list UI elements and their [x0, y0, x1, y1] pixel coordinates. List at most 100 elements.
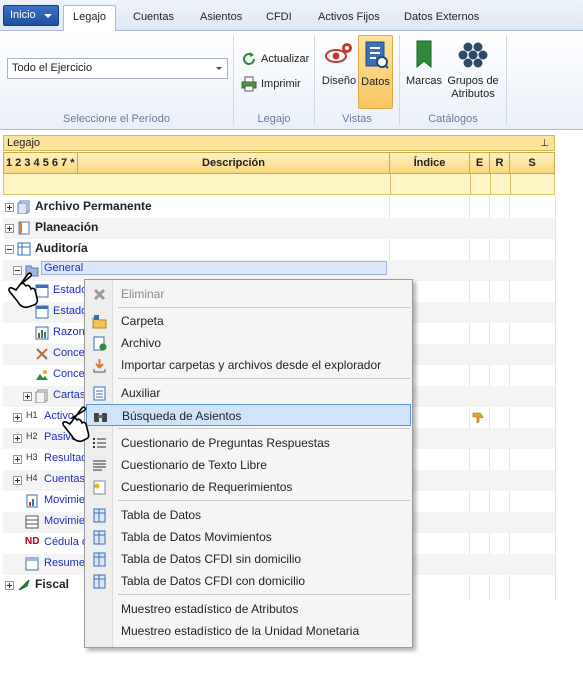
chevron-down-icon — [44, 14, 52, 18]
movements-icon — [26, 494, 38, 508]
binoculars-icon — [94, 413, 107, 422]
summary-icon — [25, 557, 39, 571]
expand-icon[interactable] — [5, 581, 14, 590]
menu-separator — [118, 594, 410, 595]
menu-item-auxiliar[interactable]: Auxiliar — [86, 382, 411, 404]
expand-icon[interactable] — [13, 476, 22, 485]
menu-separator — [118, 500, 410, 501]
menu-item-busqueda-asientos[interactable]: Búsqueda de Asientos — [86, 404, 411, 426]
inicio-menu-button[interactable]: Inicio — [3, 5, 59, 26]
data-table-icon — [93, 552, 106, 567]
menu-item-tabla-cfdi-con[interactable]: Tabla de Datos CFDI con domicilio — [86, 570, 411, 592]
menu-item-tabla-movimientos[interactable]: Tabla de Datos Movimientos — [86, 526, 411, 548]
actualizar-button[interactable]: Actualizar — [241, 50, 309, 68]
pin-icon[interactable]: ⊥ — [540, 137, 549, 151]
group-label-vistas: Vistas — [342, 113, 372, 125]
group-label-periodo: Seleccione el Período — [62, 113, 170, 125]
menu-item-cuestionario-preguntas[interactable]: Cuestionario de Preguntas Respuestas — [86, 432, 411, 454]
documents-icon — [17, 200, 30, 214]
heading-level-label: H2 — [26, 431, 38, 441]
nd-badge: ND — [25, 536, 40, 547]
text-lines-icon — [93, 460, 106, 471]
expand-icon[interactable] — [13, 413, 22, 422]
grid-line — [555, 195, 556, 600]
tree-node-label: Auditoría — [35, 241, 88, 255]
menu-item-tabla-datos[interactable]: Tabla de Datos — [86, 504, 411, 526]
heading-level-label: H1 — [26, 410, 38, 420]
menu-item-muestreo-unidad[interactable]: Muestreo estadístico de la Unidad Moneta… — [86, 620, 411, 642]
dropdown-arrow-icon — [216, 67, 222, 70]
menu-item-muestreo-atributos[interactable]: Muestreo estadístico de Atributos — [86, 598, 411, 620]
period-select[interactable]: Todo el Ejercicio — [7, 58, 228, 79]
column-e[interactable]: E — [470, 153, 490, 173]
heading-level-label: H3 — [26, 452, 38, 462]
movements-table-icon — [25, 515, 39, 529]
expand-icon[interactable] — [5, 224, 14, 233]
filter-row[interactable] — [3, 174, 555, 195]
tab-legajo[interactable]: Legajo — [63, 5, 117, 32]
menu-item-carpeta[interactable]: Carpeta — [86, 310, 411, 332]
actualizar-label: Actualizar — [261, 53, 310, 65]
tree-node-label: Conce — [53, 347, 85, 359]
expand-icon[interactable] — [13, 434, 22, 443]
hand-cursor-icon — [62, 406, 90, 443]
menu-item-cuestionario-texto[interactable]: Cuestionario de Texto Libre — [86, 454, 411, 476]
menu-item-label: Tabla de Datos CFDI con domicilio — [121, 574, 306, 588]
menu-item-label: Muestreo estadístico de la Unidad Moneta… — [121, 624, 360, 638]
menu-item-cuestionario-requerimientos[interactable]: Cuestionario de Requerimientos — [86, 476, 411, 498]
hexagon-cluster-icon — [458, 42, 488, 68]
ledger-icon — [93, 386, 106, 401]
menu-item-importar[interactable]: Importar carpetas y archivos desde el ex… — [86, 354, 411, 376]
tree-row[interactable]: Archivo Permanente — [3, 197, 555, 218]
thumbs-down-icon[interactable] — [471, 410, 485, 424]
column-r[interactable]: R — [490, 153, 510, 173]
column-descripcion[interactable]: Descripción — [78, 153, 390, 173]
menu-item-tabla-cfdi-sin[interactable]: Tabla de Datos CFDI sin domicilio — [86, 548, 411, 570]
tab-cfdi[interactable]: CFDI — [266, 7, 292, 29]
tab-asientos[interactable]: Asientos — [200, 7, 242, 29]
tab-datos-externos[interactable]: Datos Externos — [404, 7, 479, 29]
tab-activos-fijos[interactable]: Activos Fijos — [318, 7, 380, 29]
fiscal-icon — [18, 579, 30, 591]
menu-separator — [118, 428, 410, 429]
column-s[interactable]: S — [510, 153, 554, 173]
tree-node-label: Planeación — [35, 220, 99, 234]
datos-label: Datos — [361, 76, 390, 88]
column-indice[interactable]: Índice — [390, 153, 470, 173]
grupos-atributos-button[interactable]: Grupos de Atributos — [446, 35, 500, 109]
tree-node-label: Estado — [53, 284, 88, 296]
import-arrow-icon — [93, 359, 106, 373]
column-header-row: 1 2 3 4 5 6 7 * Descripción Índice E R S — [3, 152, 555, 174]
filter-divider — [510, 174, 511, 194]
group-label-legajo: Legajo — [257, 113, 291, 125]
refresh-icon — [243, 52, 255, 65]
expand-icon[interactable] — [5, 203, 14, 212]
tree-node-label: Cuentas — [44, 473, 85, 485]
grupos-label-line2: Atributos — [451, 88, 495, 100]
tree-row[interactable]: Auditoría — [3, 239, 555, 260]
imprimir-label: Imprimir — [261, 78, 301, 90]
question-list-icon — [93, 438, 106, 448]
group-label-catalogos: Catálogos — [428, 113, 478, 125]
datos-button[interactable]: Datos — [358, 35, 393, 109]
tree-row[interactable]: General — [3, 260, 555, 281]
menu-item-label: Búsqueda de Asientos — [122, 409, 242, 423]
diseno-button[interactable]: Diseño — [320, 35, 358, 109]
menu-separator — [118, 307, 410, 308]
expand-icon[interactable] — [13, 455, 22, 464]
collapse-icon[interactable] — [5, 245, 14, 254]
menu-item-eliminar[interactable]: Eliminar — [86, 283, 411, 305]
column-levels[interactable]: 1 2 3 4 5 6 7 * — [4, 153, 78, 173]
group-separator — [233, 35, 234, 125]
filter-divider — [470, 174, 471, 194]
menu-item-archivo[interactable]: Archivo — [86, 332, 411, 354]
tree-node-label: Resultad — [44, 452, 88, 464]
expand-icon[interactable] — [23, 392, 32, 401]
grupos-label-line1: Grupos de — [447, 75, 499, 87]
menu-item-label: Eliminar — [121, 287, 165, 301]
tab-cuentas[interactable]: Cuentas — [133, 7, 174, 29]
tree-row[interactable]: Planeación — [3, 218, 555, 239]
imprimir-button[interactable]: Imprimir — [241, 75, 301, 93]
menu-item-label: Tabla de Datos — [121, 508, 202, 522]
marcas-button[interactable]: Marcas — [405, 35, 443, 109]
